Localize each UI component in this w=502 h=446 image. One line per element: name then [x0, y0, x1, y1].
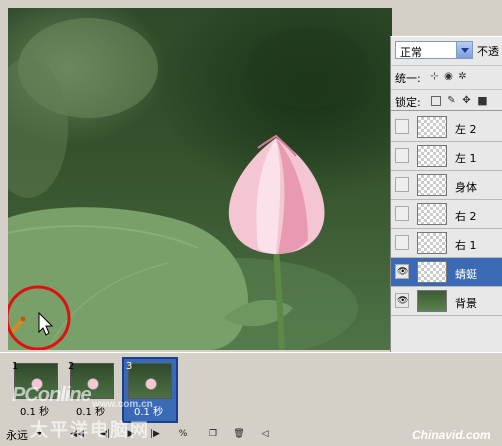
photoshop-window: 正常 不透 统一: ⊹ ◉ ✲ 锁定: ✎ ✥ ■ 左 2 左 1 身体 右 2…: [0, 0, 502, 446]
layer-row[interactable]: 👁 背景: [391, 287, 502, 316]
visibility-toggle[interactable]: [395, 206, 409, 221]
layer-list: 左 2 左 1 身体 右 2 右 1 👁 蜻蜓 👁 背景: [391, 113, 502, 316]
layer-name: 蜻蜓: [455, 268, 477, 281]
frame-number: 1: [12, 361, 19, 372]
frame-thumbnail: [128, 363, 172, 399]
tween-icon[interactable]: %: [176, 427, 190, 441]
eye-icon: 👁: [397, 296, 409, 306]
layer-row[interactable]: 左 1: [391, 142, 502, 171]
image-canvas[interactable]: [8, 8, 392, 350]
layer-thumbnail: [417, 145, 447, 167]
next-frame-icon[interactable]: |▶: [148, 427, 162, 441]
layer-name: 背景: [455, 297, 477, 310]
unify-row: 统一: ⊹ ◉ ✲: [391, 65, 502, 87]
layer-thumbnail: [417, 116, 447, 138]
frame-number: 2: [68, 361, 75, 372]
layer-row[interactable]: 身体: [391, 171, 502, 200]
unify-style-icon[interactable]: ✲: [457, 71, 468, 82]
visibility-toggle[interactable]: [395, 148, 409, 163]
blend-row: 正常 不透: [391, 37, 502, 63]
unify-label: 统一:: [395, 72, 421, 85]
layer-row[interactable]: 右 2: [391, 200, 502, 229]
visibility-toggle[interactable]: [395, 177, 409, 192]
lock-label: 锁定:: [395, 96, 421, 109]
frame-number: 3: [126, 361, 133, 372]
pconline-watermark: PConline: [12, 384, 92, 406]
visibility-toggle[interactable]: 👁: [395, 293, 409, 308]
layer-thumbnail: [417, 232, 447, 254]
layer-name: 左 1: [455, 152, 477, 165]
layer-thumbnail: [417, 174, 447, 196]
cn-watermark: 太平洋电脑网: [30, 420, 150, 440]
lock-brush-icon[interactable]: ✎: [446, 95, 457, 106]
layer-name: 身体: [455, 181, 477, 194]
eye-icon: 👁: [397, 267, 409, 277]
layer-row[interactable]: 左 2: [391, 113, 502, 142]
layer-name: 右 2: [455, 210, 477, 223]
layer-name: 右 1: [455, 239, 477, 252]
visibility-toggle[interactable]: [395, 119, 409, 134]
url-watermark: www.com.cn: [92, 399, 153, 410]
loop-select[interactable]: 永远: [6, 427, 28, 443]
visibility-toggle[interactable]: [395, 235, 409, 250]
lock-row: 锁定: ✎ ✥ ■: [391, 89, 502, 111]
layers-panel: 正常 不透 统一: ⊹ ◉ ✲ 锁定: ✎ ✥ ■ 左 2 左 1 身体 右 2…: [390, 36, 502, 354]
unify-position-icon[interactable]: ⊹: [429, 71, 440, 82]
canvas-photo: [8, 18, 368, 350]
visibility-toggle[interactable]: 👁: [395, 264, 409, 279]
lock-move-icon[interactable]: ✥: [461, 95, 472, 106]
layer-thumbnail: [417, 261, 447, 283]
layer-row[interactable]: 右 1: [391, 229, 502, 258]
panel-menu-icon[interactable]: ◁: [258, 427, 272, 441]
lock-all-icon[interactable]: ■: [477, 95, 488, 106]
lock-transparency-icon[interactable]: [431, 96, 441, 106]
blend-mode-value: 正常: [400, 46, 422, 59]
chevron-down-icon[interactable]: [456, 42, 472, 58]
chinavid-watermark: Chinavid.com: [412, 428, 491, 442]
layer-thumbnail: [417, 290, 447, 312]
layer-name: 左 2: [455, 123, 477, 136]
blend-mode-select[interactable]: 正常: [395, 41, 473, 59]
layer-thumbnail: [417, 203, 447, 225]
unify-visibility-icon[interactable]: ◉: [443, 71, 454, 82]
new-frame-icon[interactable]: ❐: [206, 427, 220, 441]
lotus-bud: [228, 134, 325, 254]
trash-icon[interactable]: 🗑: [232, 427, 246, 441]
animation-frame-selected[interactable]: 3 0.1 秒: [122, 357, 178, 423]
opacity-label: 不透: [477, 45, 499, 58]
layer-row-selected[interactable]: 👁 蜻蜓: [391, 258, 502, 287]
